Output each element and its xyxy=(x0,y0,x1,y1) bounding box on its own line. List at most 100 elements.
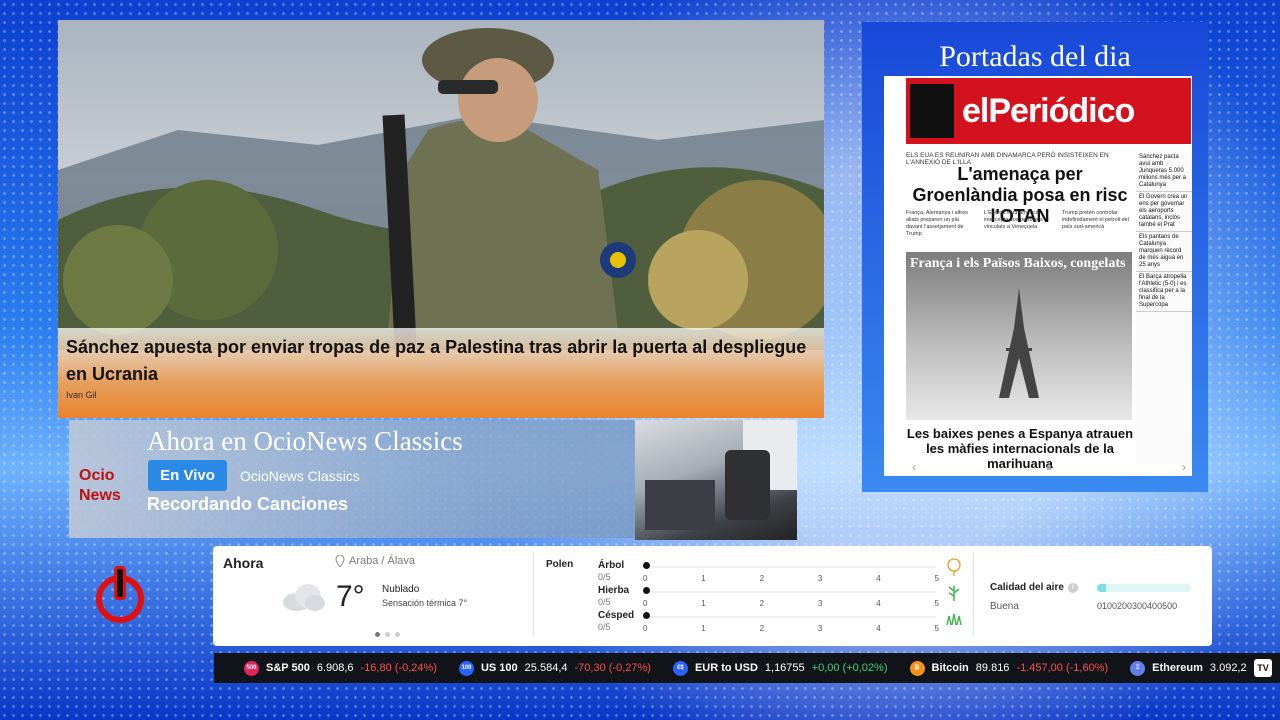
pollen-label: Polen xyxy=(546,559,574,570)
air-quality-value: Buena xyxy=(990,601,1019,612)
newspaper-subhead-3: Trump pretén controlar indefinidament el… xyxy=(1062,210,1129,230)
cloud-icon xyxy=(283,584,325,611)
newspaper-subhead-1: França, Alemanya i altres aliats prepare… xyxy=(906,210,969,237)
ocionews-logo: Ocio News xyxy=(79,466,121,506)
pollen-scale: 012345 xyxy=(643,599,939,608)
newspaper-logo: elPeriódico xyxy=(962,92,1135,130)
program-name: Recordando Canciones xyxy=(147,494,349,514)
air-quality-fill xyxy=(1097,584,1107,592)
ticker-symbol-icon: 100 xyxy=(458,660,474,676)
pollen-row-lawn: Césped 0/5 012345 xyxy=(598,610,962,636)
channel-name: OcioNews Classics xyxy=(240,468,360,484)
ticker-item[interactable]: ΞEthereum3.092,2-73 xyxy=(1130,660,1270,676)
pollen-row-tree: Árbol 0/5 012345 xyxy=(598,558,961,586)
newspaper-sidebar: Sánchez pacta avui amb Junqueras 5.000 m… xyxy=(1136,152,1192,464)
cartoon-image xyxy=(910,84,954,138)
pollen-score: 0/5 xyxy=(598,572,611,582)
pause-icon[interactable]: ⏸ xyxy=(1046,460,1052,475)
weather-location[interactable]: Araba / Álava xyxy=(335,555,415,567)
ticker-item[interactable]: ₿ Bitcoin 89.816 -1.457,00 (-1,60%) xyxy=(909,660,1109,676)
newspaper-photo: França i els Països Baixos, congelats xyxy=(906,252,1132,420)
now-playing-title: Ahora en OcioNews Classics xyxy=(147,426,463,456)
air-quality-scale: 0100200300400500 xyxy=(1097,601,1178,611)
tradingview-logo[interactable]: TV xyxy=(1254,659,1272,677)
logo-line-1: Ocio xyxy=(79,467,115,484)
tree-icon xyxy=(947,558,961,576)
ticker-change: -16,80 (-0,24%) xyxy=(360,662,437,674)
pollen-score: 0/5 xyxy=(598,597,611,607)
logo-line-2: News xyxy=(79,487,121,504)
pollen-track xyxy=(646,591,936,593)
air-quality-bar xyxy=(1097,584,1191,592)
feels-like: Sensación térmica 7° xyxy=(382,598,468,608)
news-headline[interactable]: Sánchez apuesta por enviar tropas de paz… xyxy=(66,334,816,388)
newspaper-masthead: elPeriódico xyxy=(906,78,1191,144)
pollen-track xyxy=(646,566,936,568)
cover-carousel-nav: ‹ ⏸ › xyxy=(906,460,1192,475)
newspaper-subhead-2: L'Exèrcit nord-americà intercepta dos pe… xyxy=(984,210,1043,230)
ticker-change: -70,30 (-0,27%) xyxy=(574,662,651,674)
carousel-dots[interactable] xyxy=(375,632,400,637)
carousel-dot[interactable] xyxy=(395,632,400,637)
ticker-symbol-icon: Ξ xyxy=(1130,660,1146,676)
location-pin-icon xyxy=(335,555,345,567)
newspaper-cover[interactable]: elPeriódico ELS EUA ES REUNIRAN AMB DINA… xyxy=(884,76,1192,476)
info-icon[interactable]: i xyxy=(1067,582,1078,593)
ticker-change: +0,00 (+0,02%) xyxy=(811,662,888,674)
weather-widget: Ahora Araba / Álava 7° Nublado Sensación… xyxy=(213,546,1212,646)
photo-headline: França i els Països Baixos, congelats xyxy=(910,256,1126,271)
location-label: Araba / Álava xyxy=(349,555,416,567)
pollen-scale: 012345 xyxy=(643,574,939,583)
carousel-dot[interactable] xyxy=(375,632,380,637)
ticker-name: S&P 500 xyxy=(266,662,310,674)
sidebar-story: El Govern crea un ens per governar els a… xyxy=(1136,192,1192,232)
ticker-name: EUR to USD xyxy=(694,662,758,674)
sidebar-story: El Barça atropella l'Athletic (5-0) i es… xyxy=(1136,272,1192,312)
pollen-track xyxy=(646,616,936,618)
ticker-price: 1,16755 xyxy=(764,662,805,674)
ticker-name: Bitcoin xyxy=(931,662,969,674)
ticker-price: 6.908,6 xyxy=(316,662,354,674)
pollen-level-dot xyxy=(643,612,650,619)
news-caption: Sánchez apuesta por enviar tropas de paz… xyxy=(58,328,824,418)
power-icon[interactable] xyxy=(94,566,146,626)
ticker-item[interactable]: 500 S&P 500 6.908,6 -16,80 (-0,24%) xyxy=(244,660,437,676)
sidebar-story: Els pantans de Catalunya marquen rècord … xyxy=(1136,232,1192,272)
ticker-price: 25.584,4 xyxy=(524,662,568,674)
webcam-view xyxy=(635,420,797,540)
divider xyxy=(973,552,974,636)
pollen-level-dot xyxy=(643,562,650,569)
ticker-price: 3.092,2 xyxy=(1209,662,1247,674)
pollen-score: 0/5 xyxy=(598,622,611,632)
eiffel-tower-image xyxy=(999,288,1039,398)
pollen-name: Árbol xyxy=(598,560,625,571)
ticker-symbol-icon: 500 xyxy=(244,660,259,676)
pollen-scale: 012345 xyxy=(643,624,939,633)
news-card[interactable]: Sánchez apuesta por enviar tropas de paz… xyxy=(58,20,824,418)
pollen-name: Césped xyxy=(598,610,635,621)
grass-icon xyxy=(948,586,960,601)
ticker-name: US 100 xyxy=(480,662,518,674)
weather-condition: Nublado xyxy=(382,584,420,595)
air-quality-label: Calidad del aire i xyxy=(990,582,1078,593)
chevron-right-icon[interactable]: › xyxy=(1182,460,1186,474)
ticker-name: Ethereum xyxy=(1152,662,1203,674)
now-playing-panel: Ahora en OcioNews Classics Ocio News En … xyxy=(69,420,635,538)
portadas-title: Portadas del dia xyxy=(939,40,1131,73)
pollen-row-grass: Hierba 0/5 012345 xyxy=(598,585,960,611)
market-ticker: 500 S&P 500 6.908,6 -16,80 (-0,24%) 100 US 10… xyxy=(214,653,1280,683)
ticker-item[interactable]: €$ EUR to USD 1,16755 +0,00 (+0,02%) xyxy=(672,660,888,676)
ticker-symbol-icon: €$ xyxy=(672,660,688,676)
weather-now-label: Ahora xyxy=(223,555,264,571)
sidebar-story: Sánchez pacta avui amb Junqueras 5.000 m… xyxy=(1136,152,1192,192)
room-image xyxy=(645,420,797,530)
portadas-panel: Portadas del dia elPeriódico ELS EUA ES … xyxy=(862,22,1208,492)
ticker-item[interactable]: 100 US 100 25.584,4 -70,30 (-0,27%) xyxy=(458,660,651,676)
carousel-dot[interactable] xyxy=(385,632,390,637)
pollen-level-dot xyxy=(643,587,650,594)
lawn-icon xyxy=(946,613,962,626)
chevron-left-icon[interactable]: ‹ xyxy=(912,460,916,474)
live-button[interactable]: En Vivo xyxy=(148,460,227,491)
pollen-name: Hierba xyxy=(598,585,630,596)
ticker-change: -1.457,00 (-1,60%) xyxy=(1016,662,1109,674)
